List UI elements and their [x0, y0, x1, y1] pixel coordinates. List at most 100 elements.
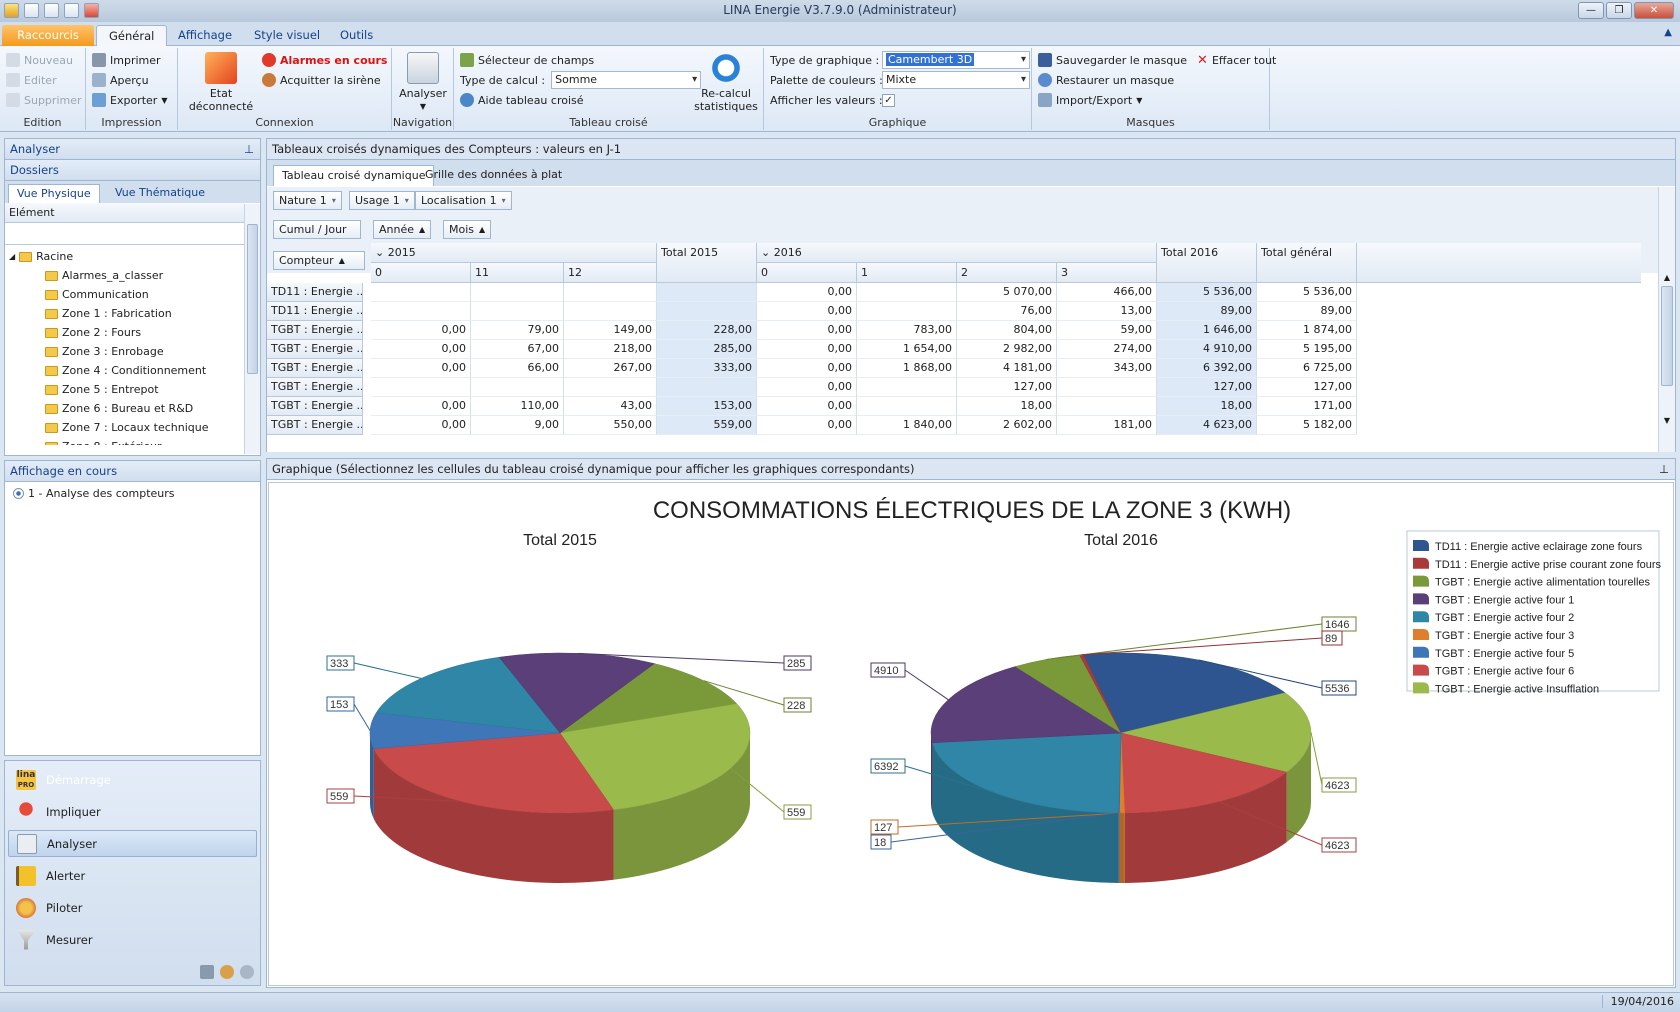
- filter-funnel-icon[interactable]: ▾: [502, 192, 506, 209]
- table-cell[interactable]: [857, 378, 957, 397]
- table-cell[interactable]: 18,00: [1157, 397, 1257, 416]
- table-cell[interactable]: 66,00: [471, 359, 564, 378]
- table-cell[interactable]: 0,00: [757, 302, 857, 321]
- filter-funnel-icon[interactable]: ▾: [332, 192, 336, 209]
- table-cell[interactable]: 1 868,00: [857, 359, 957, 378]
- tree-filter-input[interactable]: [5, 223, 244, 245]
- table-cell[interactable]: 333,00: [657, 359, 757, 378]
- collapse-ribbon-icon[interactable]: ▲: [1664, 27, 1672, 38]
- table-cell[interactable]: [1057, 397, 1157, 416]
- table-cell[interactable]: [857, 302, 957, 321]
- row-header-compteur[interactable]: TD11 : Energie ...: [267, 283, 363, 302]
- data-field-cumul[interactable]: Cumul / Jour: [273, 220, 361, 239]
- table-cell[interactable]: 89,00: [1157, 302, 1257, 321]
- table-cell[interactable]: 127,00: [957, 378, 1057, 397]
- table-cell[interactable]: 267,00: [564, 359, 657, 378]
- afficher-valeurs-checkbox[interactable]: ✓: [882, 93, 895, 107]
- table-cell[interactable]: 127,00: [1157, 378, 1257, 397]
- table-cell[interactable]: [471, 283, 564, 302]
- table-cell[interactable]: [371, 302, 471, 321]
- tree-item[interactable]: Zone 4 : Conditionnement: [9, 361, 244, 380]
- table-cell[interactable]: 5 536,00: [1157, 283, 1257, 302]
- table-cell[interactable]: 6 725,00: [1257, 359, 1357, 378]
- collapse-chevron-icon[interactable]: ⌄: [761, 246, 770, 259]
- table-cell[interactable]: 127,00: [1257, 378, 1357, 397]
- tree-item[interactable]: Zone 2 : Fours: [9, 323, 244, 342]
- filter-usage[interactable]: Usage 1 ▾: [349, 191, 415, 210]
- nav-piloter[interactable]: Piloter: [8, 894, 257, 921]
- nav-mesurer[interactable]: Mesurer: [8, 926, 257, 953]
- editer-button[interactable]: Editer: [6, 70, 82, 90]
- table-cell[interactable]: 218,00: [564, 340, 657, 359]
- maximize-icon[interactable]: ❐: [1606, 2, 1632, 19]
- table-cell[interactable]: 6 392,00: [1157, 359, 1257, 378]
- tab-raccourcis[interactable]: Raccourcis: [2, 25, 94, 46]
- tree-item[interactable]: Zone 6 : Bureau et R&D: [9, 399, 244, 418]
- table-cell[interactable]: 67,00: [471, 340, 564, 359]
- row-header-compteur[interactable]: TGBT : Energie ...: [267, 340, 363, 359]
- table-cell[interactable]: [657, 283, 757, 302]
- aide-tableau-button[interactable]: Aide tableau croisé: [460, 90, 701, 110]
- table-cell[interactable]: 0,00: [371, 321, 471, 340]
- table-cell[interactable]: 181,00: [1057, 416, 1157, 435]
- tab-general[interactable]: Général: [96, 25, 168, 46]
- nav-analyser[interactable]: Analyser: [8, 830, 257, 857]
- scroll-up-icon[interactable]: ▲: [1659, 273, 1675, 282]
- scrollbar-thumb[interactable]: [247, 224, 258, 374]
- tree-item[interactable]: Zone 3 : Enrobage: [9, 342, 244, 361]
- imprimer-button[interactable]: Imprimer: [92, 50, 167, 70]
- configure-icon[interactable]: [200, 965, 214, 979]
- table-cell[interactable]: 171,00: [1257, 397, 1357, 416]
- pin-icon[interactable]: ⊥: [244, 139, 254, 159]
- nav-impliquer[interactable]: Impliquer: [8, 798, 257, 825]
- table-cell[interactable]: [857, 283, 957, 302]
- tab-affichage[interactable]: Affichage: [166, 25, 244, 46]
- table-cell[interactable]: 1 840,00: [857, 416, 957, 435]
- etat-deconnecte-button[interactable]: Etat déconnecté: [184, 52, 258, 113]
- table-cell[interactable]: 149,00: [564, 321, 657, 340]
- tree-item[interactable]: Zone 1 : Fabrication: [9, 304, 244, 323]
- table-cell[interactable]: 18,00: [957, 397, 1057, 416]
- row-field-compteur[interactable]: Compteur ▲: [273, 251, 365, 270]
- table-cell[interactable]: 0,00: [757, 283, 857, 302]
- tree-item[interactable]: Communication: [9, 285, 244, 304]
- table-cell[interactable]: 1 654,00: [857, 340, 957, 359]
- table-cell[interactable]: 0,00: [757, 359, 857, 378]
- column-field-mois[interactable]: Mois ▲: [443, 220, 492, 239]
- table-cell[interactable]: 59,00: [1057, 321, 1157, 340]
- table-cell[interactable]: [657, 302, 757, 321]
- table-cell[interactable]: 0,00: [371, 340, 471, 359]
- affichage-item[interactable]: 1 - Analyse des compteurs: [5, 482, 260, 501]
- table-cell[interactable]: [371, 378, 471, 397]
- palette-small-icon[interactable]: [220, 965, 234, 979]
- tab-style-visuel[interactable]: Style visuel: [242, 25, 332, 46]
- collapse-chevron-icon[interactable]: ⌄: [375, 246, 384, 259]
- year-header-2016[interactable]: ⌄ 2016: [757, 243, 1157, 263]
- table-cell[interactable]: 559,00: [657, 416, 757, 435]
- filter-nature[interactable]: Nature 1 ▾: [273, 191, 342, 210]
- apercu-button[interactable]: Aperçu: [92, 70, 167, 90]
- table-cell[interactable]: 285,00: [657, 340, 757, 359]
- tab-vue-physique[interactable]: Vue Physique: [8, 184, 100, 203]
- table-cell[interactable]: 2 602,00: [957, 416, 1057, 435]
- table-cell[interactable]: 783,00: [857, 321, 957, 340]
- table-cell[interactable]: 0,00: [371, 359, 471, 378]
- table-cell[interactable]: [857, 397, 957, 416]
- collapse-triangle-icon[interactable]: ◢: [9, 247, 15, 266]
- nouveau-button[interactable]: Nouveau: [6, 50, 82, 70]
- tab-grille-donnees[interactable]: Grille des données à plat: [417, 165, 570, 186]
- table-cell[interactable]: [1057, 378, 1157, 397]
- table-cell[interactable]: 0,00: [757, 340, 857, 359]
- table-cell[interactable]: [564, 378, 657, 397]
- settings-icon[interactable]: [240, 965, 254, 979]
- effacer-tout-button[interactable]: ✕ Effacer tout: [1197, 50, 1276, 70]
- row-header-compteur[interactable]: TD11 : Energie ...: [267, 302, 363, 321]
- recalcul-statistiques-button[interactable]: Re-calcul statistiques: [692, 52, 760, 113]
- palette-select[interactable]: Mixte: [882, 71, 1030, 89]
- table-cell[interactable]: 9,00: [471, 416, 564, 435]
- row-header-compteur[interactable]: TGBT : Energie ...: [267, 416, 363, 435]
- close-icon[interactable]: ✕: [1634, 2, 1674, 19]
- table-cell[interactable]: [371, 283, 471, 302]
- nav-demarrage[interactable]: lina PRO Démarrage: [8, 766, 257, 793]
- alarmes-en-cours-button[interactable]: Alarmes en cours: [262, 50, 387, 70]
